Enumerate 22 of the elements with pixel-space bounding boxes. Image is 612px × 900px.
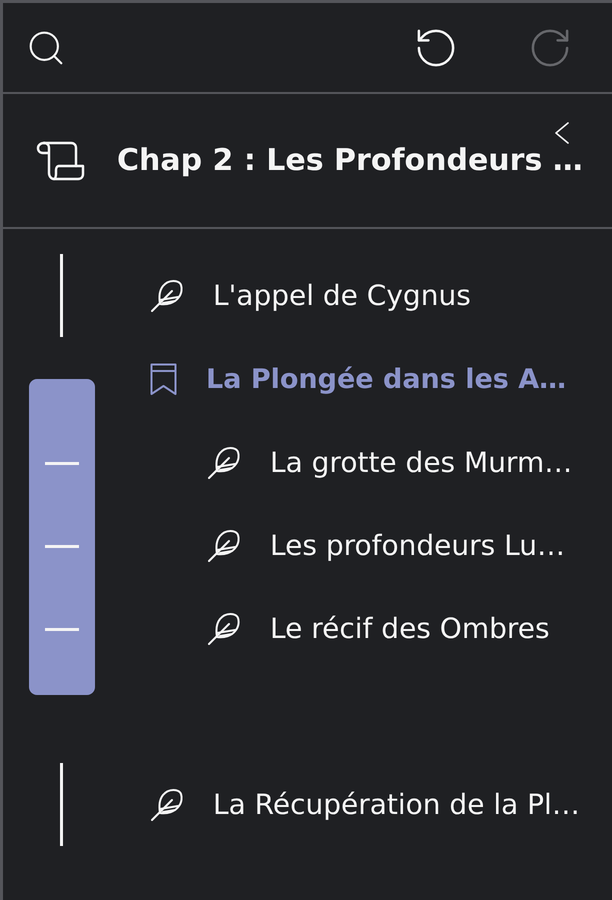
section-item[interactable]: La grotte des Murm…: [120, 421, 612, 504]
chapter-part-item[interactable]: La Plongée dans les A…: [120, 338, 612, 421]
redo-icon: [531, 28, 569, 66]
feather-icon: [150, 278, 184, 312]
feather-icon: [207, 612, 241, 646]
feather-icon: [150, 788, 184, 822]
dash-icon: [44, 628, 78, 631]
feather-icon: [207, 446, 241, 480]
bookmark-icon: [150, 363, 177, 396]
feather-icon: [207, 528, 241, 562]
section-item[interactable]: Le récif des Ombres: [120, 587, 612, 670]
chapter-part-item[interactable]: L'appel de Cygnus: [120, 254, 612, 337]
chapter-title: Chap 2 : Les Profondeurs …: [117, 146, 583, 176]
undo-icon: [417, 28, 455, 66]
search-icon: [29, 30, 63, 64]
chapter-part-item[interactable]: La Récupération de la Pl…: [120, 763, 612, 846]
dash-icon: [44, 545, 78, 548]
section-item[interactable]: Les profondeurs Lu…: [120, 504, 612, 587]
dash-icon: [44, 462, 78, 465]
scroll-icon: [35, 140, 85, 180]
collapse-button[interactable]: [555, 122, 569, 144]
chevron-left-icon: [555, 122, 569, 144]
